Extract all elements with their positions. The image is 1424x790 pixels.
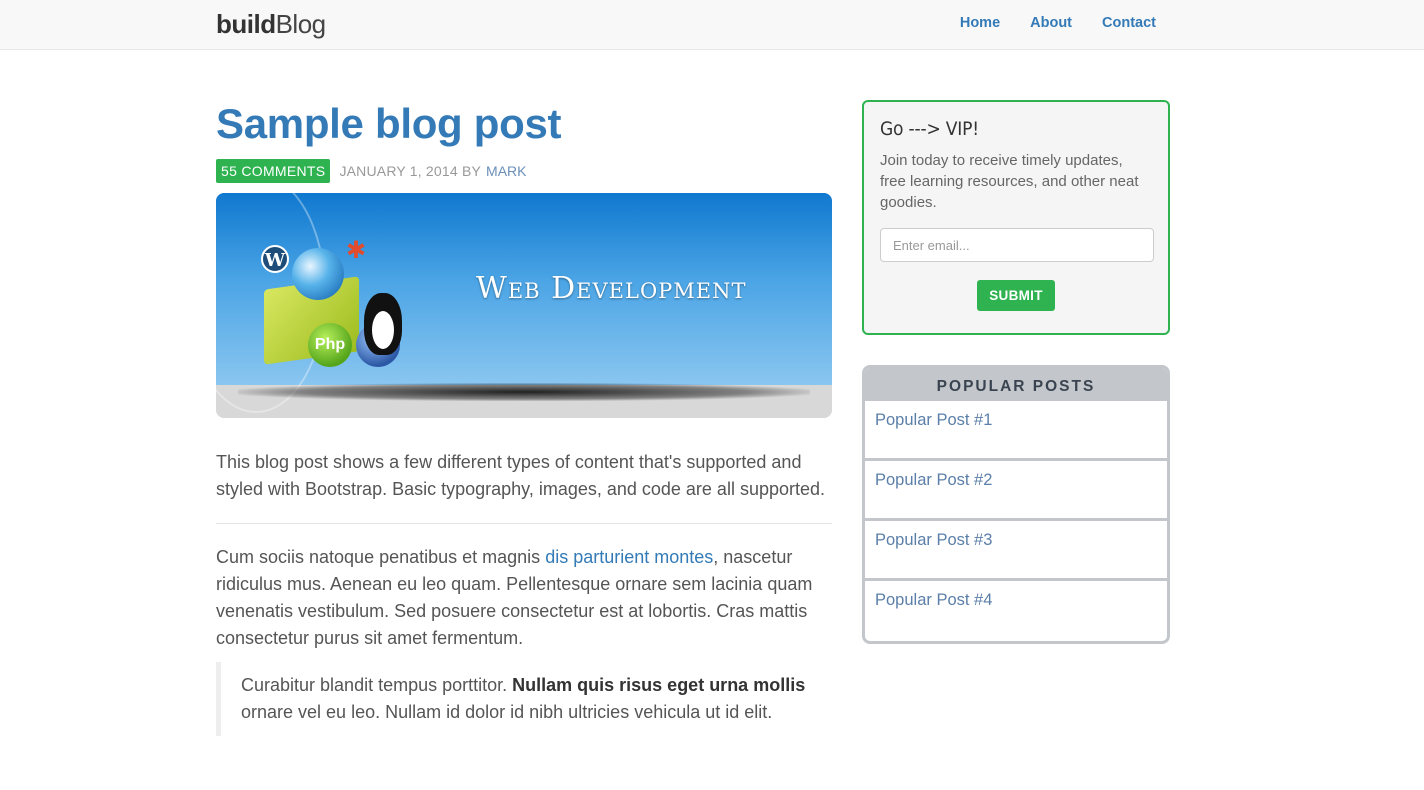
hero-background: W ✱ Php Web Development [216, 193, 832, 413]
brand-light: Blog [275, 9, 327, 39]
main-content: Sample blog post 55 COMMENTS JANUARY 1, … [216, 100, 832, 736]
popular-posts-widget: POPULAR POSTS Popular Post #1 Popular Po… [862, 365, 1170, 644]
comments-badge[interactable]: 55 COMMENTS [216, 158, 331, 183]
hero-text: Web Development [476, 271, 747, 306]
post-meta: 55 COMMENTS JANUARY 1, 2014 BY MARK [216, 158, 832, 183]
email-input[interactable] [880, 228, 1154, 262]
para-link[interactable]: dis parturient montes [545, 547, 713, 567]
vip-description: Join today to receive timely updates, fr… [880, 152, 1139, 211]
nav-links: Home About Contact [960, 15, 1156, 31]
hero-shadow [238, 383, 810, 401]
linux-penguin-icon [364, 293, 402, 355]
navbar: buildBlog Home About Contact [0, 0, 1424, 50]
nav-contact-link[interactable]: Contact [1102, 15, 1156, 31]
popular-post-link-4[interactable]: Popular Post #4 [865, 581, 1167, 641]
php-icon: Php [308, 323, 352, 367]
post-author-link[interactable]: MARK [486, 163, 526, 179]
popular-post-link-1[interactable]: Popular Post #1 [865, 401, 1167, 461]
nav-home-link[interactable]: Home [960, 15, 1000, 31]
popular-posts-heading: POPULAR POSTS [865, 368, 1167, 401]
post-lead: This blog post shows a few different typ… [216, 452, 826, 499]
blockquote: Curabitur blandit tempus porttitor. Null… [216, 662, 832, 736]
quote-text-1: Curabitur blandit tempus porttitor. [241, 675, 513, 695]
nav-about-link[interactable]: About [1030, 15, 1072, 31]
post-date: JANUARY 1, 2014 BY [339, 162, 482, 179]
brand-bold: build [216, 9, 276, 39]
divider [216, 523, 832, 524]
quote-text-2: ornare vel eu leo. Nullam id dolor id ni… [241, 702, 773, 722]
post-paragraph: Cum sociis natoque penatibus et magnis d… [216, 544, 832, 652]
submit-button[interactable]: SUBMIT [977, 280, 1055, 311]
popular-post-link-2[interactable]: Popular Post #2 [865, 461, 1167, 521]
vip-title: Go ---> VIP! [880, 118, 979, 140]
hero-image: W ✱ Php Web Development [216, 193, 832, 418]
globe-icon [292, 248, 344, 300]
vip-signup-widget: Go ---> VIP! Join today to receive timel… [862, 100, 1170, 335]
wordpress-icon: W [261, 245, 289, 273]
joomla-icon: ✱ [346, 237, 367, 264]
post-title[interactable]: Sample blog post [216, 100, 832, 148]
brand-logo[interactable]: buildBlog [216, 9, 326, 40]
popular-post-link-3[interactable]: Popular Post #3 [865, 521, 1167, 581]
para-text-1: Cum sociis natoque penatibus et magnis [216, 547, 546, 567]
quote-bold: Nullam quis risus eget urna mollis [512, 675, 806, 695]
